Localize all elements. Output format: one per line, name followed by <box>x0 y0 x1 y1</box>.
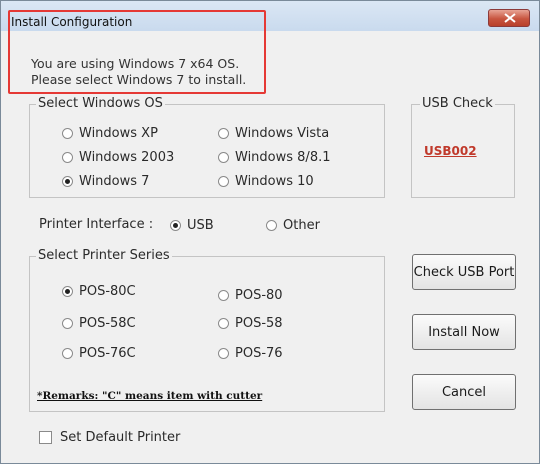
printer-interface-label: Printer Interface : <box>39 217 154 232</box>
close-icon <box>504 13 516 23</box>
radio-dot[interactable] <box>62 318 73 329</box>
printer-series-group-title: Select Printer Series <box>36 248 172 263</box>
radio-dot[interactable] <box>266 220 277 231</box>
radio-label: Windows 8/8.1 <box>235 150 331 165</box>
radio-pos-76[interactable]: POS-76 <box>218 346 283 361</box>
radio-windows-2003[interactable]: Windows 2003 <box>62 150 174 165</box>
radio-pos-76c[interactable]: POS-76C <box>62 346 136 361</box>
radio-dot[interactable] <box>62 152 73 163</box>
set-default-printer-label: Set Default Printer <box>60 430 181 445</box>
radio-interface-other[interactable]: Other <box>266 218 320 233</box>
cutter-remark: *Remarks: "C" means item with cutter <box>37 390 263 402</box>
radio-windows-7[interactable]: Windows 7 <box>62 174 149 189</box>
radio-dot[interactable] <box>218 318 229 329</box>
radio-label: POS-76 <box>235 346 283 361</box>
radio-label: USB <box>187 218 214 233</box>
usb-check-group-title: USB Check <box>420 96 495 111</box>
os-notice-line-1: You are using Windows 7 x64 OS. <box>31 56 240 71</box>
radio-windows-xp[interactable]: Windows XP <box>62 126 158 141</box>
set-default-printer-checkbox[interactable] <box>39 431 52 444</box>
radio-dot[interactable] <box>62 348 73 359</box>
radio-pos-58[interactable]: POS-58 <box>218 316 283 331</box>
radio-label: POS-58 <box>235 316 283 331</box>
radio-label: POS-76C <box>79 346 136 361</box>
radio-dot[interactable] <box>218 128 229 139</box>
radio-dot[interactable] <box>218 152 229 163</box>
radio-pos-80c[interactable]: POS-80C <box>62 284 136 299</box>
cancel-button[interactable]: Cancel <box>412 374 516 410</box>
radio-windows-vista[interactable]: Windows Vista <box>218 126 329 141</box>
radio-windows-8[interactable]: Windows 8/8.1 <box>218 150 331 165</box>
printer-series-group: Select Printer Series <box>29 248 385 412</box>
radio-pos-80[interactable]: POS-80 <box>218 288 283 303</box>
check-usb-port-button[interactable]: Check USB Port <box>412 254 516 290</box>
radio-dot-selected[interactable] <box>170 220 181 231</box>
radio-dot[interactable] <box>218 176 229 187</box>
install-now-button[interactable]: Install Now <box>412 314 516 350</box>
radio-label: POS-80 <box>235 288 283 303</box>
radio-label: POS-58C <box>79 316 136 331</box>
radio-windows-10[interactable]: Windows 10 <box>218 174 314 189</box>
radio-label: Windows 10 <box>235 174 314 189</box>
usb-check-value: USB002 <box>424 144 477 158</box>
radio-interface-usb[interactable]: USB <box>170 218 214 233</box>
radio-dot[interactable] <box>218 348 229 359</box>
radio-label: Other <box>283 218 320 233</box>
radio-label: POS-80C <box>79 284 136 299</box>
radio-label: Windows 2003 <box>79 150 175 165</box>
close-button[interactable] <box>488 9 530 27</box>
radio-dot-selected[interactable] <box>62 286 73 297</box>
radio-dot-selected[interactable] <box>62 176 73 187</box>
radio-dot[interactable] <box>62 128 73 139</box>
os-notice-line-2: Please select Windows 7 to install. <box>31 72 247 87</box>
radio-label: Windows 7 <box>79 174 150 189</box>
radio-pos-58c[interactable]: POS-58C <box>62 316 136 331</box>
radio-dot[interactable] <box>218 290 229 301</box>
windows-os-group-title: Select Windows OS <box>36 96 165 111</box>
radio-label: Windows XP <box>79 126 158 141</box>
radio-label: Windows Vista <box>235 126 330 141</box>
